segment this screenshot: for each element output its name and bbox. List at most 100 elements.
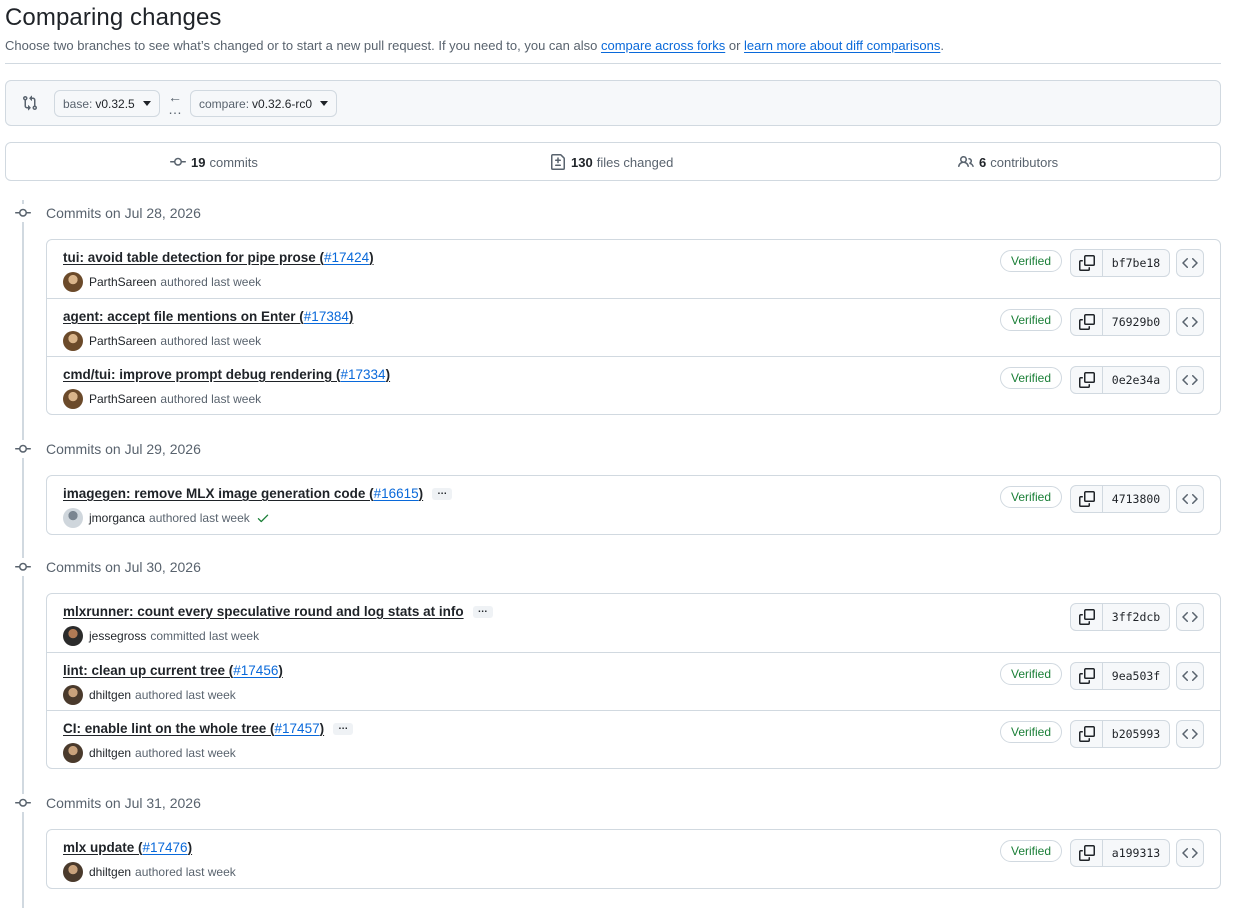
browse-repo-code-icon[interactable] [1176,662,1204,690]
commit-title-close: ) [418,486,424,501]
pull-request-link[interactable]: #17424 [324,250,369,265]
copy-icon[interactable] [1071,367,1103,393]
pull-request-link[interactable]: #17456 [233,663,278,678]
commit-message-link[interactable]: cmd/tui: improve prompt debug rendering … [63,367,341,382]
verified-badge[interactable]: Verified [1000,486,1063,508]
browse-repo-code-icon[interactable] [1176,485,1204,513]
commit-message-link[interactable]: CI: enable lint on the whole tree ( [63,721,275,736]
git-commit-icon [14,794,32,812]
author-link[interactable]: ParthSareen [89,334,156,348]
avatar[interactable] [63,508,83,528]
commit-title: mlxrunner: count every speculative round… [63,604,493,619]
base-branch-select[interactable]: base: v0.32.5 [54,90,160,117]
author-link[interactable]: dhiltgen [89,688,131,702]
commit-row: lint: clean up current tree (#17456) dhil… [47,652,1220,710]
verified-badge[interactable]: Verified [1000,309,1063,331]
commit-message-link[interactable]: tui: avoid table detection for pipe pros… [63,250,324,265]
verified-badge[interactable]: Verified [1000,721,1063,743]
day-label: Commits on Jul 28, 2026 [46,205,201,221]
commit-sha-link[interactable]: 9ea503f [1103,663,1169,689]
day-label: Commits on Jul 30, 2026 [46,559,201,575]
commit-sha-link[interactable]: 4713800 [1103,486,1169,512]
compare-branch-select[interactable]: compare: v0.32.6-rc0 [190,90,338,117]
pull-request-link[interactable]: #17384 [304,309,349,324]
sha-button-group: 0e2e34a [1070,366,1170,394]
pull-request-link[interactable]: #17334 [341,367,386,382]
sha-button-group: b205993 [1070,720,1170,748]
commit-title: imagegen: remove MLX image generation co… [63,486,453,501]
verified-badge[interactable]: Verified [1000,250,1063,272]
verified-badge[interactable]: Verified [1000,840,1063,862]
commit-row: agent: accept file mentions on Enter (#1… [47,298,1220,356]
compare-prefix: compare: [199,96,250,111]
files-summary[interactable]: 130 files changed [550,154,673,170]
contributors-summary[interactable]: 6 contributors [958,154,1058,170]
commit-group: mlx update (#17476) dhiltgen authored last… [46,829,1221,889]
browse-repo-code-icon[interactable] [1176,366,1204,394]
author-link[interactable]: dhiltgen [89,865,131,879]
expand-message-button[interactable]: … [472,604,493,618]
copy-icon[interactable] [1071,309,1103,335]
copy-icon[interactable] [1071,840,1103,866]
pull-request-link[interactable]: #17476 [143,840,188,855]
day-label: Commits on Jul 29, 2026 [46,441,201,457]
commit-row: cmd/tui: improve prompt debug rendering … [47,356,1220,414]
day-header: Commits on Jul 29, 2026 [14,439,201,459]
author-link[interactable]: jessegross [89,629,146,643]
day-header: Commits on Jul 28, 2026 [14,203,201,223]
avatar[interactable] [63,389,83,409]
author-link[interactable]: dhiltgen [89,746,131,760]
git-commit-icon [170,157,186,166]
learn-more-link[interactable]: learn more about diff comparisons [744,38,940,53]
author-link[interactable]: ParthSareen [89,392,156,406]
verified-badge[interactable]: Verified [1000,367,1063,389]
author-link[interactable]: ParthSareen [89,275,156,289]
pull-request-link[interactable]: #16615 [374,486,419,501]
commit-sha-link[interactable]: 0e2e34a [1103,367,1169,393]
commit-sha-link[interactable]: b205993 [1103,721,1169,747]
header-divider [5,63,1221,64]
commit-title: CI: enable lint on the whole tree (#1745… [63,721,354,736]
copy-icon[interactable] [1071,721,1103,747]
commit-action: authored last week [135,865,236,879]
expand-message-button[interactable]: … [432,486,453,500]
browse-repo-code-icon[interactable] [1176,308,1204,336]
browse-repo-code-icon[interactable] [1176,839,1204,867]
commit-message-link[interactable]: lint: clean up current tree ( [63,663,233,678]
browse-repo-code-icon[interactable] [1176,720,1204,748]
expand-message-button[interactable]: … [333,721,354,735]
copy-icon[interactable] [1071,486,1103,512]
copy-icon[interactable] [1071,250,1103,276]
avatar[interactable] [63,743,83,763]
check-icon[interactable] [256,511,270,525]
commit-message-link[interactable]: imagegen: remove MLX image generation co… [63,486,374,501]
verified-badge[interactable]: Verified [1000,663,1063,685]
commit-sha-link[interactable]: 3ff2dcb [1103,604,1169,630]
copy-icon[interactable] [1071,663,1103,689]
commit-sha-link[interactable]: a199313 [1103,840,1169,866]
chevron-down-icon [142,101,151,106]
commit-message-link[interactable]: agent: accept file mentions on Enter ( [63,309,304,324]
copy-icon[interactable] [1071,604,1103,630]
commit-sha-link[interactable]: bf7be18 [1103,250,1169,276]
git-commit-icon [14,204,32,222]
avatar[interactable] [63,626,83,646]
compare-forks-link[interactable]: compare across forks [601,38,725,53]
avatar[interactable] [63,331,83,351]
avatar[interactable] [63,272,83,292]
avatar[interactable] [63,862,83,882]
commit-sha-link[interactable]: 76929b0 [1103,309,1169,335]
file-diff-icon [551,154,565,170]
commit-title: lint: clean up current tree (#17456) [63,663,283,678]
browse-repo-code-icon[interactable] [1176,249,1204,277]
pull-request-link[interactable]: #17457 [275,721,320,736]
commit-message-link[interactable]: mlx update ( [63,840,143,855]
browse-repo-code-icon[interactable] [1176,603,1204,631]
contributors-label: contributors [990,154,1059,170]
avatar[interactable] [63,685,83,705]
commits-summary[interactable]: 19 commits [170,154,258,170]
commit-title: mlx update (#17476) [63,840,192,855]
author-link[interactable]: jmorganca [89,511,145,525]
base-value: v0.32.5 [95,96,135,111]
commit-message-link[interactable]: mlxrunner: count every speculative round… [63,604,464,619]
